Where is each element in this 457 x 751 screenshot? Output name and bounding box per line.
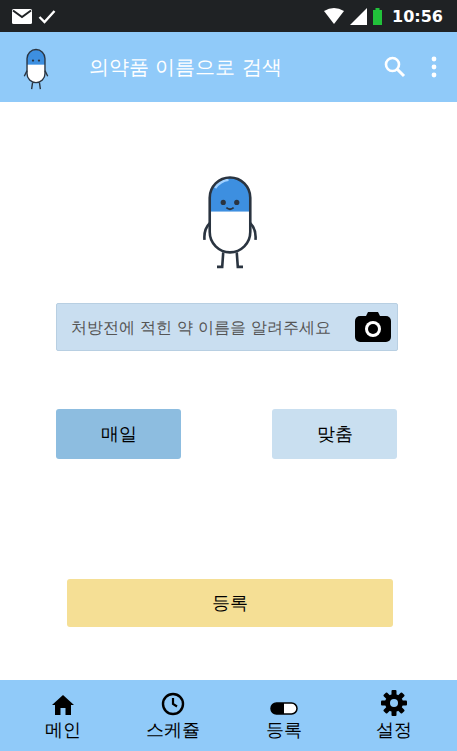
nav-item[interactable]: 등록 — [254, 690, 314, 742]
pill-mascot-logo-icon — [23, 44, 49, 90]
battery-icon — [373, 8, 382, 25]
drug-name-input[interactable] — [57, 304, 397, 350]
status-bar: 10:56 — [0, 0, 457, 32]
status-time: 10:56 — [392, 7, 443, 26]
app-screen: 10:56의약품 이름으로 검색매일맞춤등록메인스케쥴등록설정 — [0, 0, 457, 751]
register-button[interactable]: 등록 — [67, 579, 393, 627]
gear-icon — [381, 690, 407, 716]
home-icon — [51, 694, 75, 716]
mail-icon — [12, 9, 32, 24]
nav-item[interactable]: 설정 — [364, 690, 424, 742]
nav-label: 설정 — [376, 718, 412, 742]
clock-icon — [161, 692, 185, 716]
bottom-nav: 메인 스케쥴 등록 설정 — [0, 680, 457, 751]
nav-label: 스케쥴 — [146, 718, 200, 742]
check-icon — [38, 9, 56, 24]
app-bar: 의약품 이름으로 검색 — [0, 32, 457, 102]
wifi-icon — [324, 8, 344, 24]
mode-button[interactable]: 매일 — [56, 409, 181, 459]
app-title: 의약품 이름으로 검색 — [89, 54, 383, 81]
mode-button[interactable]: 맞춤 — [272, 409, 397, 459]
schedule-mode-group: 매일 맞춤 — [56, 409, 398, 459]
nav-item[interactable]: 메인 — [33, 690, 93, 742]
pill-mascot-icon — [201, 165, 259, 269]
drug-search-field[interactable] — [56, 303, 398, 351]
camera-icon[interactable] — [355, 312, 391, 342]
nav-item[interactable]: 스케쥴 — [143, 690, 203, 742]
pill-icon — [270, 700, 298, 716]
signal-icon — [350, 8, 367, 25]
nav-label: 메인 — [45, 718, 81, 742]
main-content: 매일 맞춤등록 — [0, 102, 457, 680]
search-icon[interactable] — [383, 55, 407, 79]
nav-label: 등록 — [266, 718, 302, 742]
more-icon[interactable] — [429, 55, 439, 79]
